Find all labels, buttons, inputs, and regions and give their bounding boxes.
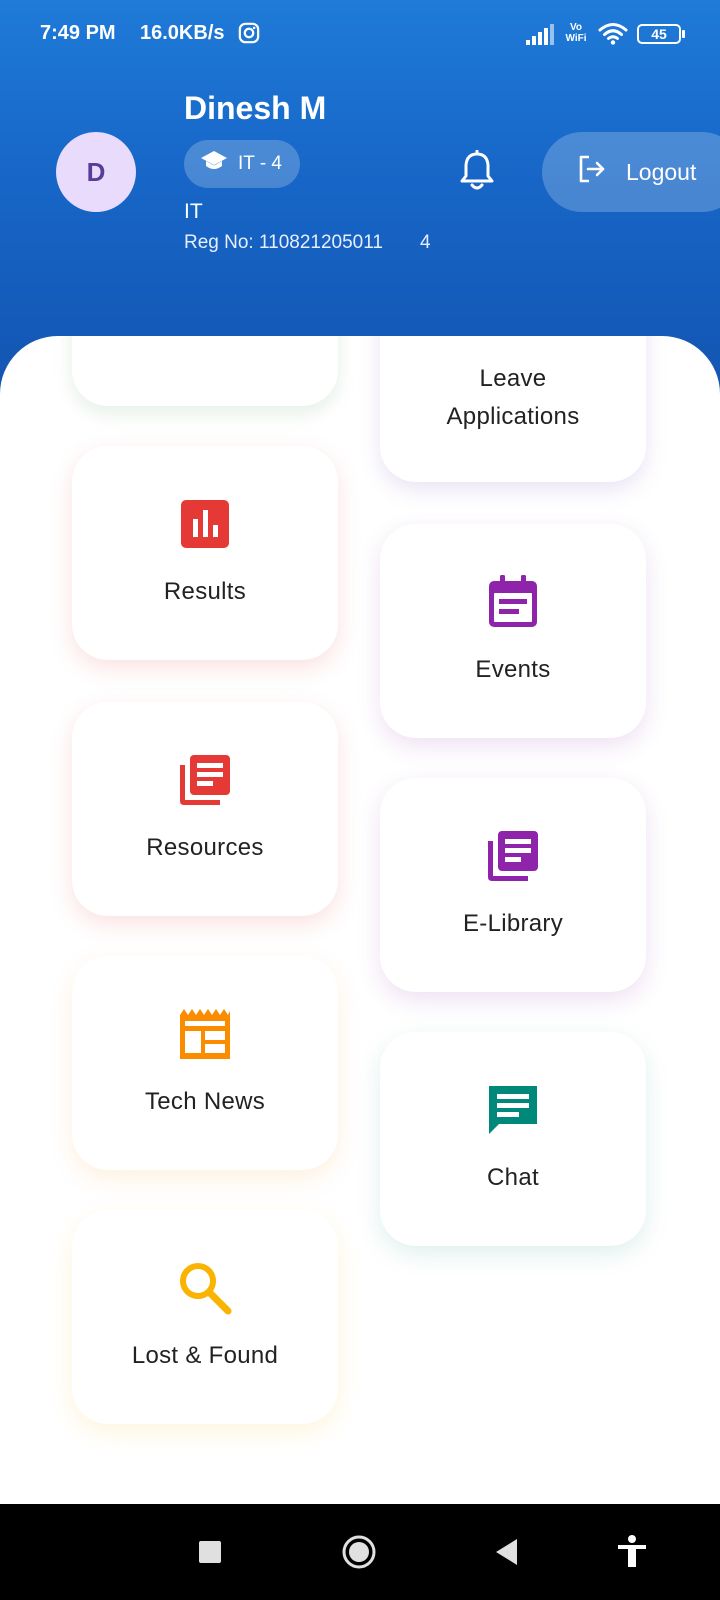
chat-icon (484, 1081, 542, 1139)
leave-applications-label: Leave Applications (446, 360, 579, 436)
home-icon[interactable] (341, 1534, 377, 1570)
event-note-icon (484, 573, 542, 631)
library-books-icon (176, 751, 234, 809)
battery-icon: 45 (637, 24, 685, 44)
class-chip-label: IT - 4 (238, 153, 282, 174)
registration-number: Reg No: 110821205011 (184, 232, 383, 253)
resources-label: Resources (146, 834, 264, 861)
instagram-icon (238, 22, 260, 44)
vowifi-line1: Vo (569, 22, 583, 33)
newspaper-icon (176, 1005, 234, 1063)
search-icon (176, 1259, 234, 1317)
menu-card-leave-applications[interactable]: Leave Applications (380, 336, 646, 482)
logout-icon (576, 153, 608, 191)
signal-icon (526, 24, 556, 46)
library-books-icon (484, 827, 542, 885)
results-label: Results (163, 578, 247, 605)
e-library-label: E-Library (462, 910, 564, 937)
menu-card-lost-and-found[interactable]: Lost & Found (72, 1210, 338, 1424)
menu-card-partial[interactable] (72, 336, 338, 406)
semester-label: 4 (420, 232, 431, 253)
menu-sheet[interactable]: Leave Applications Results Events Resour… (0, 336, 720, 1504)
menu-card-results[interactable]: Results (72, 446, 338, 660)
user-name: Dinesh M (184, 90, 327, 126)
notification-bell-icon[interactable] (458, 149, 496, 194)
leave-label-line1: Leave (479, 365, 547, 392)
accessibility-icon[interactable] (614, 1534, 650, 1570)
status-net-speed: 16.0KB/s (140, 22, 225, 44)
tech-news-label: Tech News (144, 1088, 266, 1115)
graduation-cap-icon (200, 150, 228, 178)
menu-card-resources[interactable]: Resources (72, 702, 338, 916)
vowifi-line2: WiFi (565, 33, 587, 44)
recent-apps-icon[interactable] (192, 1534, 228, 1570)
menu-card-tech-news[interactable]: Tech News (72, 956, 338, 1170)
menu-card-events[interactable]: Events (380, 524, 646, 738)
menu-card-e-library[interactable]: E-Library (380, 778, 646, 992)
lost-and-found-label: Lost & Found (131, 1342, 279, 1369)
status-time: 7:49 PM (40, 22, 116, 44)
department-label: IT (184, 200, 203, 223)
vowifi-indicator: Vo WiFi (562, 22, 590, 44)
logout-button[interactable]: Logout (542, 132, 720, 212)
status-bar: 7:49 PM 16.0KB/s Vo WiFi 45 (0, 0, 720, 70)
back-icon[interactable] (490, 1534, 526, 1570)
events-label: Events (475, 656, 551, 683)
wifi-icon (598, 22, 628, 46)
avatar[interactable]: D (56, 132, 136, 212)
chat-label: Chat (487, 1164, 539, 1191)
system-navigation-bar (0, 1504, 720, 1600)
bar-chart-icon (176, 495, 234, 553)
logout-label: Logout (626, 158, 697, 185)
menu-card-chat[interactable]: Chat (380, 1032, 646, 1246)
leave-label-line2: Applications (446, 403, 580, 430)
class-chip: IT - 4 (184, 140, 300, 188)
